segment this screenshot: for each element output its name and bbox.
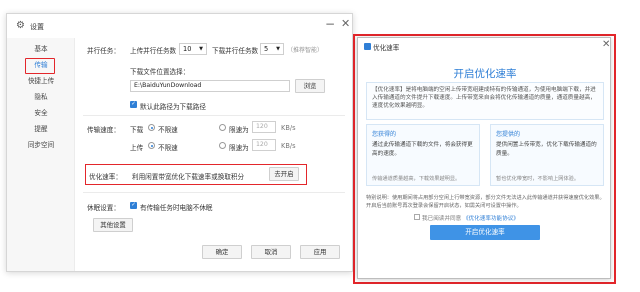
close-button[interactable]: ✕ [341, 17, 350, 30]
section-divider [83, 115, 345, 116]
sidebar-highlight-box [25, 58, 55, 74]
optimize-highlight-box [85, 164, 307, 185]
app-logo-icon [364, 43, 371, 50]
download-location-label: 下载文件位置选择： [130, 68, 190, 76]
settings-gear-icon: ⚙ [16, 20, 25, 31]
download-limited-label: 限速为 [229, 126, 249, 134]
browse-button[interactable]: 浏览 [295, 79, 325, 93]
sidebar-item-security[interactable]: 安全 [7, 106, 75, 120]
agree-prefix: 我已阅读并同意 [422, 216, 462, 222]
download-parallel-label: 下载并行任务数 [212, 47, 259, 55]
apply-button[interactable]: 应用 [300, 245, 340, 259]
window-title: 设置 [30, 23, 44, 31]
upload-limited-label: 限速为 [229, 144, 249, 152]
agree-checkbox[interactable] [414, 214, 420, 220]
card-title-get: 您获得的 [372, 131, 397, 138]
parallel-hint: （推荐智能） [287, 47, 324, 54]
no-sleep-label: 有传输任务时电脑不休眠 [140, 204, 213, 212]
upload-parallel-select[interactable]: 10 ▼ [179, 43, 207, 55]
upload-limited-radio[interactable] [219, 142, 226, 149]
card-title-provide: 您提供的 [496, 131, 521, 138]
ok-button[interactable]: 确定 [202, 245, 242, 259]
sidebar-item-reminder[interactable]: 提醒 [7, 122, 75, 136]
upload-speed-label: 上传 [130, 144, 144, 152]
download-parallel-select[interactable]: 5 ▼ [260, 43, 284, 55]
download-path-field[interactable]: E:\BaiduYunDownload [130, 80, 290, 92]
sidebar-item-basic[interactable]: 基本 [7, 42, 75, 56]
upload-unlimited-label: 不限速 [158, 144, 178, 152]
download-speed-label: 下载 [130, 126, 144, 134]
other-settings-button[interactable]: 其他设置 [93, 218, 133, 232]
start-optimize-button[interactable]: 开启优化速率 [430, 225, 540, 240]
download-unlimited-label: 不限速 [158, 126, 178, 134]
download-limit-unit: KB/s [281, 124, 296, 132]
dialog-close-button[interactable]: ✕ [602, 39, 610, 50]
download-unlimited-radio[interactable] [148, 124, 155, 131]
sidebar-item-quick-upload[interactable]: 快捷上传 [7, 74, 75, 88]
agreement-link[interactable]: 《优化速率功能协议》 [463, 216, 519, 222]
benefit-card-provide: 您提供的 提供闲置上传带宽，优化下载传输通道的质量。 暂也优化带宽时，不影响上网… [490, 124, 604, 186]
upload-limit-unit: KB/s [281, 142, 296, 150]
default-path-checkbox[interactable]: ✓ [130, 101, 137, 108]
dialog-title: 优化速率 [373, 44, 400, 52]
minimize-button[interactable]: − [325, 17, 335, 31]
optimize-dialog: 优化速率 ✕ 开启优化速率 【优化速率】是将电脑端的空闲上传带宽组建成特有的传输… [357, 37, 611, 279]
download-limit-input[interactable]: 120 [252, 121, 276, 133]
dialog-heading: 开启优化速率 [453, 68, 517, 80]
agree-text: 我已阅读并同意 《优化速率功能协议》 [422, 214, 519, 222]
sidebar-item-privacy[interactable]: 隐私 [7, 90, 75, 104]
upload-parallel-value: 10 [183, 45, 192, 53]
default-path-label: 默认此路径为下载路径 [140, 103, 206, 111]
parallel-tasks-label: 并行任务： [87, 47, 120, 55]
card-body-provide: 提供闲置上传带宽，优化下载传输通道的质量。 [496, 142, 597, 157]
download-limited-radio[interactable] [219, 124, 226, 131]
upload-unlimited-radio[interactable] [148, 142, 155, 149]
card-foot-provide: 暂也优化带宽时，不影响上网体验。 [496, 176, 580, 182]
card-body-get: 通过此传输通道下载的文件，将会获得更高的速度。 [372, 142, 473, 157]
chevron-down-icon: ▼ [199, 46, 203, 52]
dialog-note: 特别说明：使用期间将占用部分空闲上行带宽资源，部分文件无法进入此传输通道并获得速… [366, 195, 605, 209]
no-sleep-checkbox[interactable]: ✓ [130, 202, 137, 209]
settings-window: ⚙ 设置 − ✕ 基本 传输 快捷上传 隐私 安全 提醒 同步空间 并行任务： … [6, 13, 353, 272]
card-foot-get: 传输通道质量越高，下载效果越明显。 [372, 176, 461, 182]
upload-limit-input[interactable]: 120 [252, 139, 276, 151]
speed-label: 传输速度： [87, 126, 120, 134]
dialog-description: 【优化速率】是将电脑端的空闲上传带宽组建成特有的传输通道，为使用电脑端下载，并进… [366, 82, 604, 120]
sleep-label: 休眠设置： [87, 204, 120, 212]
download-parallel-value: 5 [264, 45, 269, 53]
title-bar: ⚙ 设置 − ✕ [7, 14, 352, 38]
sidebar-item-sync-space[interactable]: 同步空间 [7, 138, 75, 152]
benefit-card-get: 您获得的 通过此传输通道下载的文件，将会获得更高的速度。 传输通道质量越高，下载… [366, 124, 480, 186]
cancel-button[interactable]: 取消 [251, 245, 291, 259]
upload-parallel-label: 上传并行任务数 [130, 47, 177, 55]
chevron-down-icon: ▼ [276, 46, 280, 52]
section-divider [83, 192, 345, 193]
